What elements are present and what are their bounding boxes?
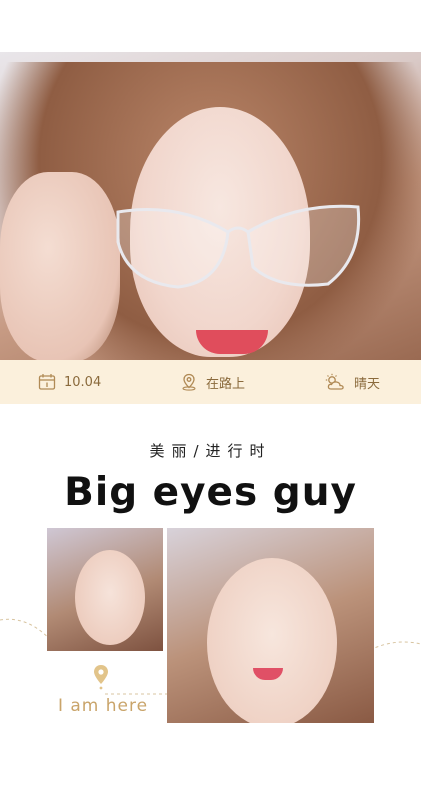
date-text: 10.04 (64, 374, 102, 390)
calendar-icon (38, 374, 56, 390)
hero-hand (0, 172, 120, 360)
info-bar: 10.04 在路上 晴天 (0, 360, 421, 404)
photo-large-face (207, 558, 337, 723)
glasses-illustration (116, 204, 361, 289)
photo-small-face (75, 550, 145, 645)
photo-large (167, 528, 374, 723)
page-title: Big eyes guy (64, 470, 357, 515)
weather-item: 晴天 (324, 373, 380, 392)
hero-photo (0, 52, 421, 360)
weather-text: 晴天 (354, 376, 381, 392)
location-pin-icon (94, 665, 108, 690)
sun-cloud-icon (325, 373, 344, 390)
location-item: 在路上 (180, 373, 245, 392)
photo-small (47, 528, 163, 651)
dashed-curve-right (370, 641, 421, 651)
map-pin-icon (182, 373, 196, 391)
location-text: 在路上 (206, 376, 246, 392)
date-item: 10.04 (38, 373, 101, 391)
subtitle: 美丽/进行时 (149, 442, 272, 460)
i-am-here-tag: I am here (57, 696, 149, 716)
